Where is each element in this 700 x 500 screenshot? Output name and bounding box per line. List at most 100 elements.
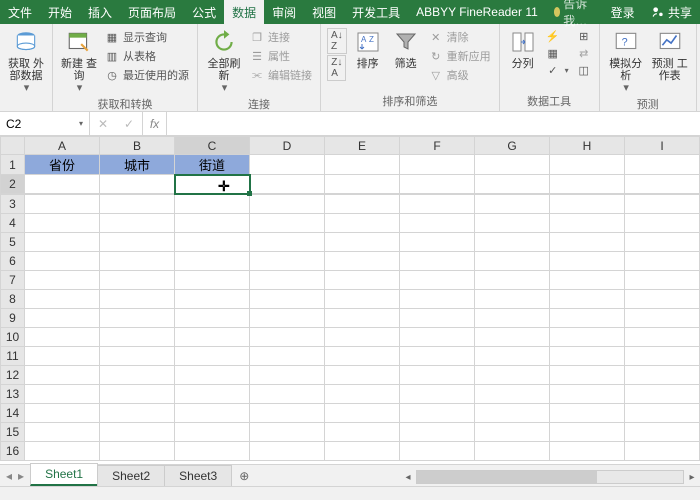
sheet-tab-3[interactable]: Sheet3 [164,465,232,486]
cell[interactable] [625,290,700,309]
cell[interactable] [25,442,100,461]
cell[interactable] [400,423,475,442]
row-header[interactable]: 12 [1,366,25,385]
relationships-button[interactable]: ⇄ [575,45,593,61]
cell[interactable] [325,404,400,423]
cell[interactable] [325,155,400,175]
cell-c1[interactable]: 街道 [175,155,250,175]
formula-input[interactable] [167,112,700,135]
cell[interactable] [25,252,100,271]
cell[interactable] [550,271,625,290]
cell[interactable] [550,155,625,175]
cell[interactable] [475,309,550,328]
cell[interactable] [625,309,700,328]
cell[interactable] [325,423,400,442]
cell[interactable] [550,175,625,194]
cell[interactable] [625,366,700,385]
cell[interactable] [625,404,700,423]
row-header[interactable]: 15 [1,423,25,442]
data-validation-button[interactable]: ✓▾ [544,62,571,78]
row-header[interactable]: 4 [1,214,25,233]
cell[interactable] [175,442,250,461]
cell[interactable] [325,233,400,252]
col-header-b[interactable]: B [100,137,175,155]
cell[interactable] [400,328,475,347]
row-header[interactable]: 11 [1,347,25,366]
cell[interactable] [325,290,400,309]
connections-button[interactable]: ❐连接 [248,28,314,46]
refresh-all-button[interactable]: 全部刷新▾ [204,28,244,94]
cell[interactable] [325,442,400,461]
row-header[interactable]: 14 [1,404,25,423]
cell-b1[interactable]: 城市 [100,155,175,175]
cell[interactable] [25,347,100,366]
row-header[interactable]: 13 [1,385,25,404]
cell[interactable] [100,366,175,385]
cell[interactable] [625,214,700,233]
row-header[interactable]: 8 [1,290,25,309]
cell[interactable] [250,423,325,442]
cell[interactable] [175,404,250,423]
row-header[interactable]: 16 [1,442,25,461]
cell-a1[interactable]: 省份 [25,155,100,175]
cell[interactable] [400,347,475,366]
cell[interactable] [475,175,550,194]
cell[interactable] [400,214,475,233]
cell[interactable] [475,214,550,233]
horizontal-scrollbar[interactable]: ◂ ▸ [400,468,700,486]
cell[interactable] [100,347,175,366]
row-header[interactable]: 9 [1,309,25,328]
cell[interactable] [25,290,100,309]
row-header[interactable]: 5 [1,233,25,252]
tab-review[interactable]: 审阅 [264,0,304,24]
advanced-filter-button[interactable]: ▽高级 [427,66,493,84]
whatif-button[interactable]: ? 模拟分析▾ [606,28,646,94]
cell[interactable] [550,347,625,366]
scroll-right-icon[interactable]: ▸ [684,472,700,483]
cell[interactable] [250,155,325,175]
forecast-sheet-button[interactable]: 预测 工作表 [650,28,690,82]
name-box[interactable]: ▾ [0,112,90,135]
tab-formulas[interactable]: 公式 [184,0,224,24]
tab-developer[interactable]: 开发工具 [344,0,408,24]
sheet-nav-prev[interactable]: ◂ [6,469,12,483]
cell[interactable] [400,195,475,214]
cell[interactable] [175,328,250,347]
cell[interactable] [250,252,325,271]
cell[interactable] [100,442,175,461]
col-header-a[interactable]: A [25,137,100,155]
fx-icon[interactable]: fx [143,112,167,135]
col-header-g[interactable]: G [475,137,550,155]
cell[interactable] [175,366,250,385]
cell[interactable] [475,442,550,461]
cell[interactable] [625,423,700,442]
cell[interactable] [625,328,700,347]
cell[interactable] [400,309,475,328]
cell[interactable] [625,195,700,214]
show-queries-button[interactable]: ▦显示查询 [103,28,191,46]
cell[interactable] [175,290,250,309]
cell[interactable] [250,442,325,461]
cell[interactable] [175,271,250,290]
cell[interactable] [475,366,550,385]
cell[interactable] [550,214,625,233]
cell[interactable] [325,328,400,347]
cell[interactable] [250,214,325,233]
cell[interactable] [475,404,550,423]
sheet-tab-1[interactable]: Sheet1 [30,463,98,486]
row-header[interactable]: 7 [1,271,25,290]
get-external-data-button[interactable]: 获取 外部数据▾ [6,28,46,94]
cell[interactable] [250,271,325,290]
from-table-button[interactable]: ▥从表格 [103,47,191,65]
cell[interactable] [550,442,625,461]
cell[interactable] [250,309,325,328]
cell[interactable] [25,385,100,404]
cell[interactable] [550,366,625,385]
cell[interactable] [25,233,100,252]
cell[interactable] [250,233,325,252]
cell[interactable] [550,385,625,404]
cell[interactable] [400,290,475,309]
worksheet-grid[interactable]: A B C D E F G H I 1 省份 城市 街道 2 345678910… [0,136,700,476]
cell[interactable] [625,155,700,175]
sheet-tab-2[interactable]: Sheet2 [97,465,165,486]
